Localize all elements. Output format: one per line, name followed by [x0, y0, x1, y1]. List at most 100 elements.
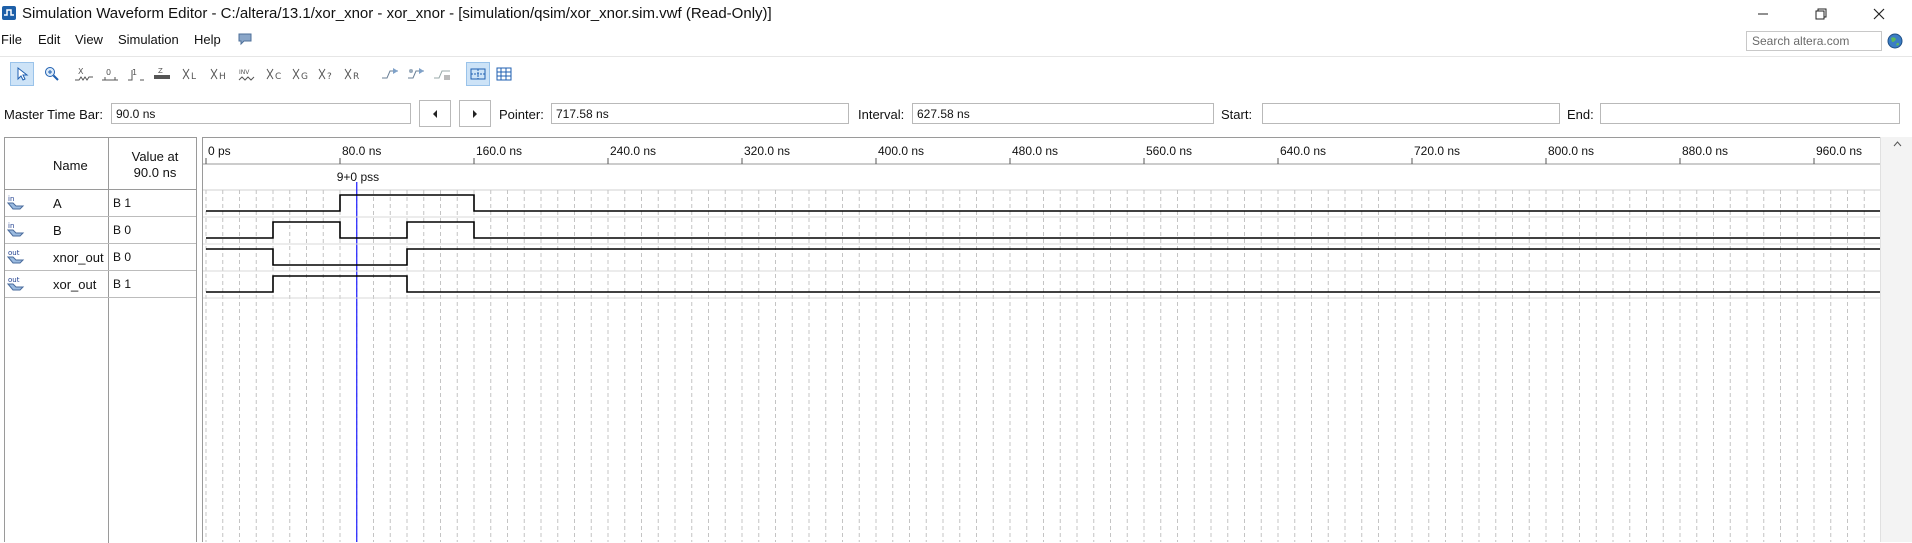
count-value-button[interactable]: C	[264, 62, 288, 86]
end-label: End:	[1567, 107, 1594, 122]
force-high-icon: 1	[128, 68, 144, 81]
force-unknown-button[interactable]: X	[72, 62, 96, 86]
zoom-tool-button[interactable]	[40, 62, 64, 86]
master-time-bar-field[interactable]: 90.0 ns	[111, 103, 411, 124]
signal-value: B 1	[113, 277, 132, 291]
node-list-panel: Name Value at 90.0 ns in A B 1 in B B 0 …	[4, 137, 197, 543]
force-weak-low-icon: L	[182, 68, 196, 82]
signal-name: xor_out	[53, 277, 97, 292]
menu-bar: File Edit View Simulation Help	[0, 28, 1912, 52]
run-timing-netlist-icon	[434, 70, 450, 80]
force-weak-high-button[interactable]: H	[208, 62, 232, 86]
svg-text:?: ?	[327, 72, 332, 82]
time-tick-label: 880.0 ns	[1682, 144, 1728, 158]
signal-row-xor-out[interactable]: out xor_out B 1	[5, 271, 196, 298]
signal-row-a[interactable]: in A B 1	[5, 190, 196, 217]
menu-edit[interactable]: Edit	[38, 32, 60, 47]
run-timing-netlist-button[interactable]	[430, 62, 454, 86]
waveform-panel[interactable]: 0 ps 80.0 ns 160.0 ns 240.0 ns 320.0 ns 400.0…	[202, 137, 1880, 542]
force-hi-z-button[interactable]: Z	[150, 62, 174, 86]
svg-text:R: R	[353, 72, 359, 82]
pointer-field: 717.58 ns	[551, 103, 849, 124]
time-tick-label: 240.0 ns	[610, 144, 656, 158]
svg-text:out: out	[8, 276, 20, 284]
name-column-header[interactable]: Name	[53, 158, 88, 173]
restore-icon	[1815, 8, 1827, 20]
svg-text:1: 1	[132, 68, 137, 77]
time-tick-label: 480.0 ns	[1012, 144, 1058, 158]
force-high-button[interactable]: 1	[124, 62, 148, 86]
search-field[interactable]	[1746, 31, 1882, 51]
vertical-scrollbar[interactable]	[1880, 137, 1912, 542]
menu-simulation[interactable]: Simulation	[118, 32, 179, 47]
force-low-icon: 0	[102, 68, 118, 81]
time-tick-label: 0 ps	[208, 144, 231, 158]
overwrite-clock-icon: G	[292, 68, 308, 82]
run-timing-icon	[408, 68, 424, 79]
overwrite-value-icon: R	[344, 68, 359, 82]
selection-tool-icon	[17, 66, 29, 81]
run-functional-icon	[382, 68, 398, 79]
signal-row-b[interactable]: in B B 0	[5, 217, 196, 244]
force-weak-low-button[interactable]: L	[180, 62, 204, 86]
close-button[interactable]	[1851, 0, 1907, 28]
time-tick-label: 320.0 ns	[744, 144, 790, 158]
restore-button[interactable]	[1793, 0, 1849, 28]
interval-label: Interval:	[858, 107, 905, 122]
time-bar-row: Master Time Bar: 90.0 ns Pointer: 717.58…	[0, 100, 1912, 128]
svg-text:Z: Z	[158, 67, 163, 75]
output-pin-icon: out	[7, 276, 25, 291]
run-functional-button[interactable]	[378, 62, 402, 86]
previous-transition-button[interactable]	[419, 100, 451, 127]
grid-settings-button[interactable]	[492, 62, 516, 86]
menu-help[interactable]: Help	[194, 32, 221, 47]
force-unknown-icon: X	[75, 67, 93, 81]
signal-name: B	[53, 223, 62, 238]
end-field	[1600, 103, 1900, 124]
svg-text:in: in	[8, 222, 14, 230]
signal-value: B 0	[113, 223, 132, 237]
minimize-button[interactable]	[1735, 0, 1791, 28]
scroll-up-icon[interactable]	[1893, 141, 1902, 147]
random-values-button[interactable]: ?	[316, 62, 340, 86]
time-tick-label: 640.0 ns	[1280, 144, 1326, 158]
arrow-right-icon	[473, 109, 477, 118]
svg-text:in: in	[8, 195, 14, 203]
overwrite-value-button[interactable]: R	[342, 62, 366, 86]
invert-button[interactable]: INV	[236, 62, 260, 86]
time-tick-label: 960.0 ns	[1816, 144, 1862, 158]
next-transition-button[interactable]	[459, 100, 491, 127]
signal-row-xnor-out[interactable]: out xnor_out B 0	[5, 244, 196, 271]
overwrite-clock-button[interactable]: G	[290, 62, 314, 86]
window-title: Simulation Waveform Editor - C:/altera/1…	[22, 5, 772, 22]
time-tick-label: 720.0 ns	[1414, 144, 1460, 158]
svg-text:H: H	[219, 72, 226, 82]
time-tick-label: 400.0 ns	[878, 144, 924, 158]
waveform-canvas[interactable]: 0 ps 80.0 ns 160.0 ns 240.0 ns 320.0 ns 400.0…	[203, 138, 1880, 542]
node-list-header: Name Value at 90.0 ns	[5, 138, 196, 190]
search-input[interactable]	[1747, 32, 1881, 50]
value-column-header[interactable]: Value at 90.0 ns	[114, 149, 196, 181]
time-tick-label: 160.0 ns	[476, 144, 522, 158]
master-time-bar-label: 9+0 pss	[337, 170, 379, 184]
menu-file[interactable]: File	[1, 32, 22, 47]
snap-to-grid-icon	[470, 68, 486, 80]
selection-tool-button[interactable]	[10, 62, 34, 86]
value-header-line1: Value at	[131, 149, 179, 164]
title-bar: Simulation Waveform Editor - C:/altera/1…	[0, 0, 1912, 28]
input-pin-icon: in	[7, 195, 25, 210]
help-comment-icon[interactable]	[238, 32, 252, 46]
grid-settings-icon	[496, 67, 512, 81]
force-low-button[interactable]: 0	[98, 62, 122, 86]
app-icon	[2, 6, 16, 20]
run-timing-button[interactable]	[404, 62, 428, 86]
invert-icon: INV	[238, 69, 255, 81]
snap-to-grid-button[interactable]	[466, 62, 490, 86]
count-value-icon: C	[266, 68, 281, 82]
random-values-icon: ?	[318, 68, 332, 82]
menu-view[interactable]: View	[75, 32, 103, 47]
globe-icon[interactable]	[1887, 33, 1903, 49]
time-tick-label: 80.0 ns	[342, 144, 381, 158]
start-field	[1262, 103, 1560, 124]
time-tick-label: 800.0 ns	[1548, 144, 1594, 158]
